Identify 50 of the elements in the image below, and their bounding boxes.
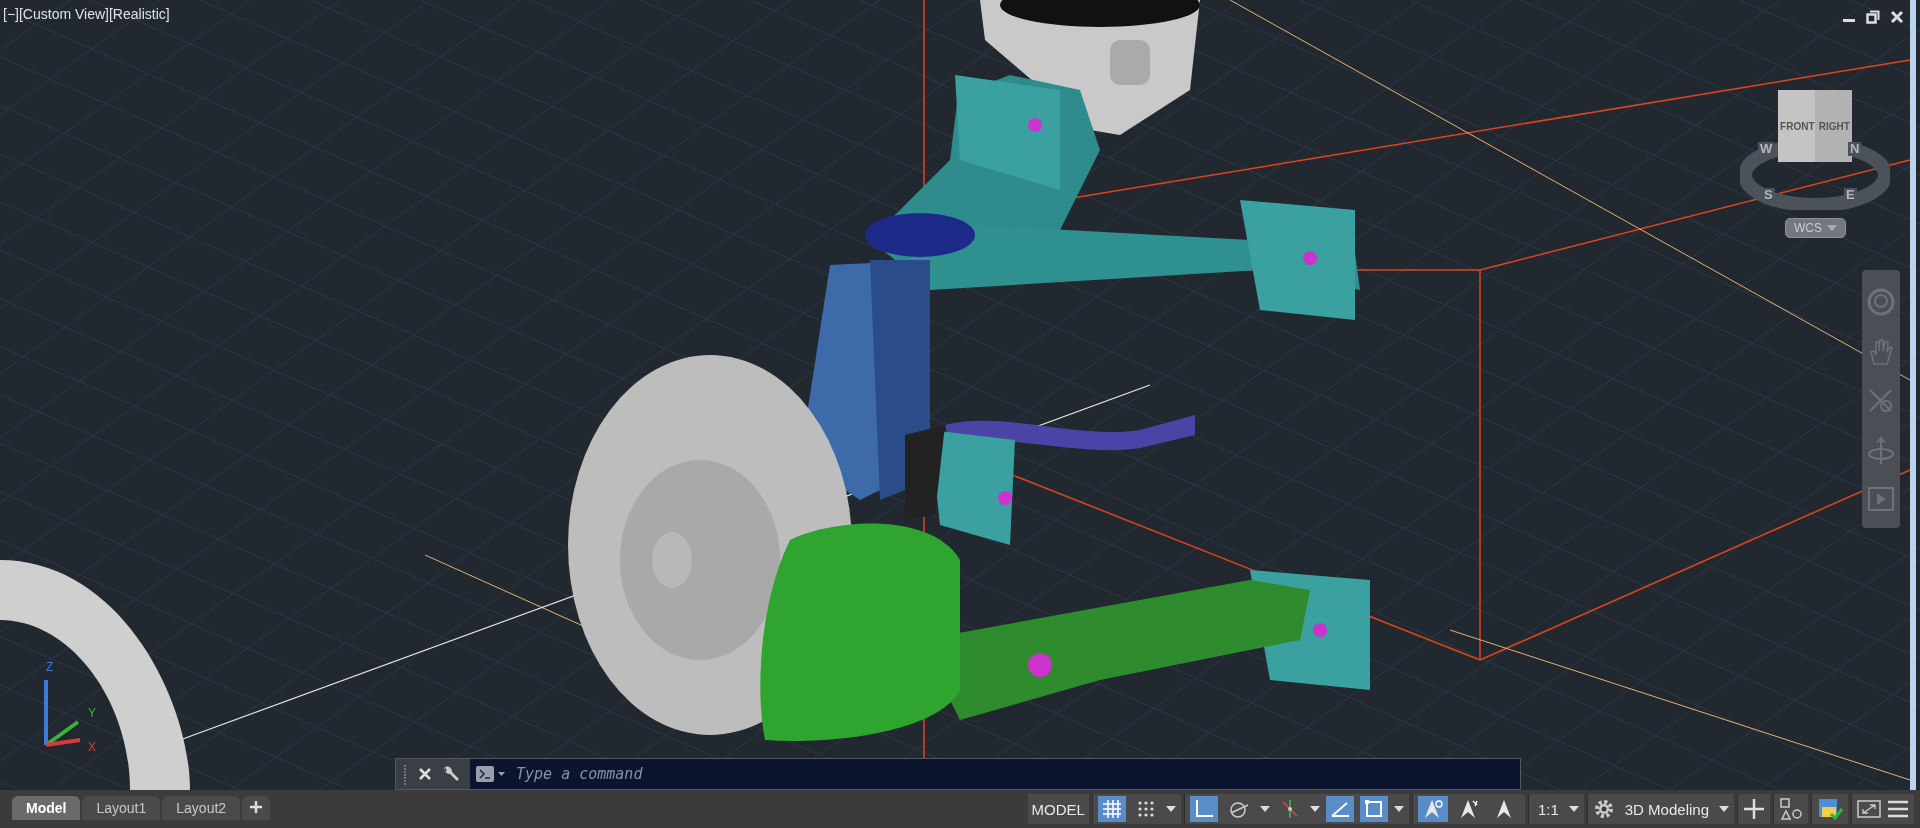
annovis-toggle[interactable] <box>1417 796 1448 822</box>
close-icon[interactable] <box>418 767 432 781</box>
compass-direction[interactable]: W <box>1758 142 1775 156</box>
axis-label: X <box>88 740 96 754</box>
caret-icon[interactable] <box>1309 806 1320 812</box>
angle-line-icon <box>1329 799 1350 819</box>
view-cube[interactable]: FRONT RIGHT <box>1778 90 1852 162</box>
add-layout-button[interactable] <box>242 796 271 820</box>
prompt-icon[interactable] <box>476 765 506 783</box>
ucs-menu-button[interactable]: WCS <box>1785 218 1846 238</box>
layout-tab[interactable]: Model <box>12 796 81 820</box>
plus-icon <box>250 801 263 813</box>
dynucs-toggle[interactable] <box>1325 796 1354 822</box>
caret-icon[interactable] <box>1259 806 1270 812</box>
plus-icon[interactable] <box>1743 798 1765 820</box>
compass-direction[interactable]: E <box>1844 188 1857 202</box>
isolate-shapes-icon[interactable] <box>1779 798 1803 820</box>
selcycle-toggle[interactable] <box>1359 796 1388 822</box>
viewport-controls-label[interactable]: [−][Custom View][Realistic] <box>3 6 170 22</box>
close-icon[interactable] <box>1890 10 1904 24</box>
caret-icon[interactable] <box>1568 806 1579 812</box>
caret-icon[interactable] <box>1165 806 1176 812</box>
grip-icon[interactable] <box>402 763 408 785</box>
caret-icon[interactable] <box>1719 806 1729 812</box>
command-input-field[interactable]: Type a command <box>514 764 1520 784</box>
restore-icon[interactable] <box>1866 10 1880 24</box>
right-angle-icon <box>1193 799 1214 819</box>
axis-label: Z <box>46 660 54 674</box>
layout-tab[interactable]: Layout2 <box>162 796 241 820</box>
compass-direction[interactable]: S <box>1762 188 1775 202</box>
compass-direction[interactable]: N <box>1848 142 1862 156</box>
grid-icon <box>1101 799 1122 819</box>
model-space-button[interactable]: MODEL <box>1027 794 1089 824</box>
command-field[interactable]: Type a command <box>470 759 1520 789</box>
settings-icon[interactable] <box>1592 798 1615 820</box>
layout-tab[interactable]: Layout1 <box>82 796 161 820</box>
grid-toggle[interactable] <box>1097 796 1126 822</box>
menu-icon[interactable] <box>1887 799 1909 819</box>
fullscreen-icon[interactable] <box>1857 799 1881 819</box>
hardware-acceleration-icon[interactable] <box>1817 797 1843 821</box>
polar-circle-icon <box>1227 799 1250 819</box>
cube-face-label: FRONT <box>1780 120 1815 132</box>
square-icon <box>1363 799 1384 819</box>
wrench-icon[interactable] <box>442 765 460 783</box>
caret-icon <box>1827 225 1837 231</box>
crossed-lines-icon <box>1279 799 1300 819</box>
ortho-toggle[interactable] <box>1189 796 1218 822</box>
cube-face-label: RIGHT <box>1818 120 1850 132</box>
caret-icon[interactable] <box>1393 806 1404 812</box>
axis-label: Y <box>88 706 96 720</box>
